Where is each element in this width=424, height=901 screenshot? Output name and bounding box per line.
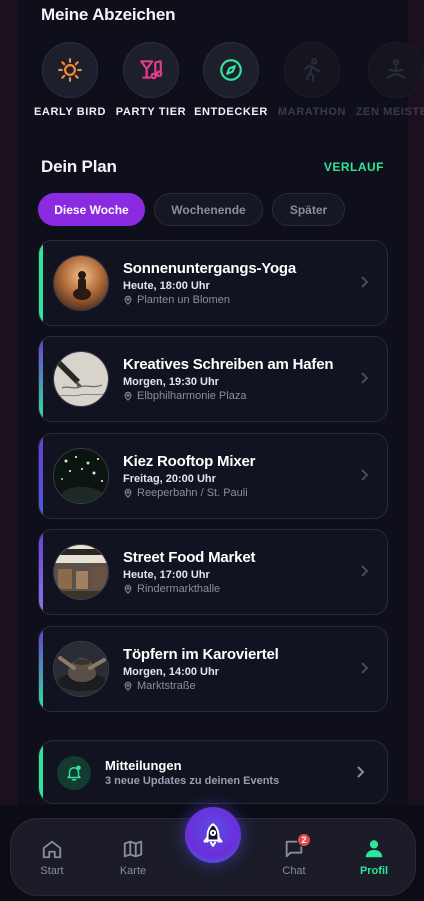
tab-label: Start xyxy=(40,865,64,877)
badge-label: ZEN MEISTER xyxy=(355,106,424,118)
badges-section-title: Meine Abzeichen xyxy=(41,5,176,24)
event-time: Morgen, 19:30 Uhr xyxy=(123,376,219,388)
map-icon xyxy=(123,840,143,858)
center-action-button[interactable] xyxy=(185,807,241,863)
compass-icon xyxy=(220,59,242,81)
chevron-right-icon xyxy=(361,372,369,384)
writing-image xyxy=(53,351,109,407)
location-pin-icon xyxy=(124,681,132,691)
event-location-text: Reeperbahn / St. Pauli xyxy=(137,487,248,499)
history-link[interactable]: VERLAUF xyxy=(324,160,384,174)
event-location: Reeperbahn / St. Pauli xyxy=(123,487,248,499)
card-accent xyxy=(39,434,43,518)
home-icon xyxy=(42,840,62,859)
location-pin-icon xyxy=(124,584,132,594)
tab-label: Profil xyxy=(359,865,389,877)
tab-label: Karte xyxy=(119,865,147,877)
chevron-right-icon xyxy=(361,469,369,481)
notifications-card[interactable]: Mitteilungen 3 neue Updates zu deinen Ev… xyxy=(38,740,388,804)
card-accent xyxy=(39,530,43,614)
filter-this-week[interactable]: Diese Woche xyxy=(38,193,145,226)
notifications-subtitle: 3 neue Updates zu deinen Events xyxy=(105,775,280,787)
sun-icon xyxy=(58,58,82,82)
event-location: Elbphilharmonie Plaza xyxy=(123,390,246,402)
badge-label: PARTY TIER xyxy=(115,106,187,118)
chevron-right-icon xyxy=(361,565,369,577)
filter-later[interactable]: Später xyxy=(272,193,345,226)
event-time: Heute, 18:00 Uhr xyxy=(123,280,210,292)
profile-icon xyxy=(365,840,383,858)
badges-row[interactable]: EARLY BIRD PARTY TIER ENTDECKER MARATHON… xyxy=(0,42,424,122)
event-title: Street Food Market xyxy=(123,549,256,566)
pottery-image xyxy=(53,641,109,697)
event-location: Planten un Blomen xyxy=(123,294,230,306)
event-title: Kreatives Schreiben am Hafen xyxy=(123,356,334,373)
chevron-right-icon xyxy=(361,276,369,288)
event-card[interactable]: Kiez Rooftop Mixer Freitag, 20:00 Uhr Re… xyxy=(38,433,388,519)
tab-karte[interactable]: Karte xyxy=(98,837,168,877)
meditation-icon xyxy=(386,59,406,79)
event-location-text: Marktstraße xyxy=(137,680,196,692)
event-card[interactable]: Street Food Market Heute, 17:00 Uhr Rind… xyxy=(38,529,388,615)
location-pin-icon xyxy=(124,488,132,498)
card-accent xyxy=(39,741,43,803)
event-time: Heute, 17:00 Uhr xyxy=(123,569,210,581)
unread-badge: 2 xyxy=(297,833,311,847)
event-time: Freitag, 20:00 Uhr xyxy=(123,473,216,485)
location-pin-icon xyxy=(124,295,132,305)
rocket-icon xyxy=(203,823,223,847)
card-accent xyxy=(39,241,43,325)
event-title: Sonnenuntergangs-Yoga xyxy=(123,260,297,277)
notifications-title: Mitteilungen xyxy=(105,758,182,773)
event-location-text: Planten un Blomen xyxy=(137,294,230,306)
event-location-text: Rindermarkthalle xyxy=(137,583,221,595)
yoga-image xyxy=(53,255,109,311)
event-card[interactable]: Töpfern im Karoviertel Morgen, 14:00 Uhr… xyxy=(38,626,388,712)
badge-party-tier[interactable]: PARTY TIER xyxy=(106,42,196,118)
chevron-right-icon xyxy=(357,766,365,778)
chevron-right-icon xyxy=(361,662,369,674)
badge-zen-meister[interactable]: ZEN MEISTER xyxy=(351,42,424,118)
card-accent xyxy=(39,627,43,711)
badge-label: MARATHON xyxy=(277,106,347,118)
bell-icon xyxy=(67,765,81,781)
event-title: Kiez Rooftop Mixer xyxy=(123,453,256,470)
tab-start[interactable]: Start xyxy=(17,837,87,877)
event-card[interactable]: Sonnenuntergangs-Yoga Heute, 18:00 Uhr P… xyxy=(38,240,388,326)
runner-icon xyxy=(304,58,321,82)
music-icon xyxy=(140,60,163,80)
filter-weekend[interactable]: Wochenende xyxy=(154,193,263,226)
event-location: Marktstraße xyxy=(123,680,196,692)
badge-entdecker[interactable]: ENTDECKER xyxy=(186,42,276,118)
tab-profil[interactable]: Profil xyxy=(339,837,409,877)
event-location-text: Elbphilharmonie Plaza xyxy=(137,390,247,402)
market-image xyxy=(53,544,109,600)
event-title: Töpfern im Karoviertel xyxy=(123,646,279,663)
event-time: Morgen, 14:00 Uhr xyxy=(123,666,219,678)
badge-label: EARLY BIRD xyxy=(33,106,107,118)
plan-section-title: Dein Plan xyxy=(41,157,117,176)
location-pin-icon xyxy=(124,391,132,401)
badge-label: ENTDECKER xyxy=(194,106,268,118)
badge-early-bird[interactable]: EARLY BIRD xyxy=(25,42,115,118)
tab-label: Chat xyxy=(282,865,306,877)
badge-marathon[interactable]: MARATHON xyxy=(267,42,357,118)
tab-chat[interactable]: 2 Chat xyxy=(259,833,329,877)
event-card[interactable]: Kreatives Schreiben am Hafen Morgen, 19:… xyxy=(38,336,388,422)
card-accent xyxy=(39,337,43,421)
event-location: Rindermarkthalle xyxy=(123,583,220,595)
party-image xyxy=(53,448,109,504)
